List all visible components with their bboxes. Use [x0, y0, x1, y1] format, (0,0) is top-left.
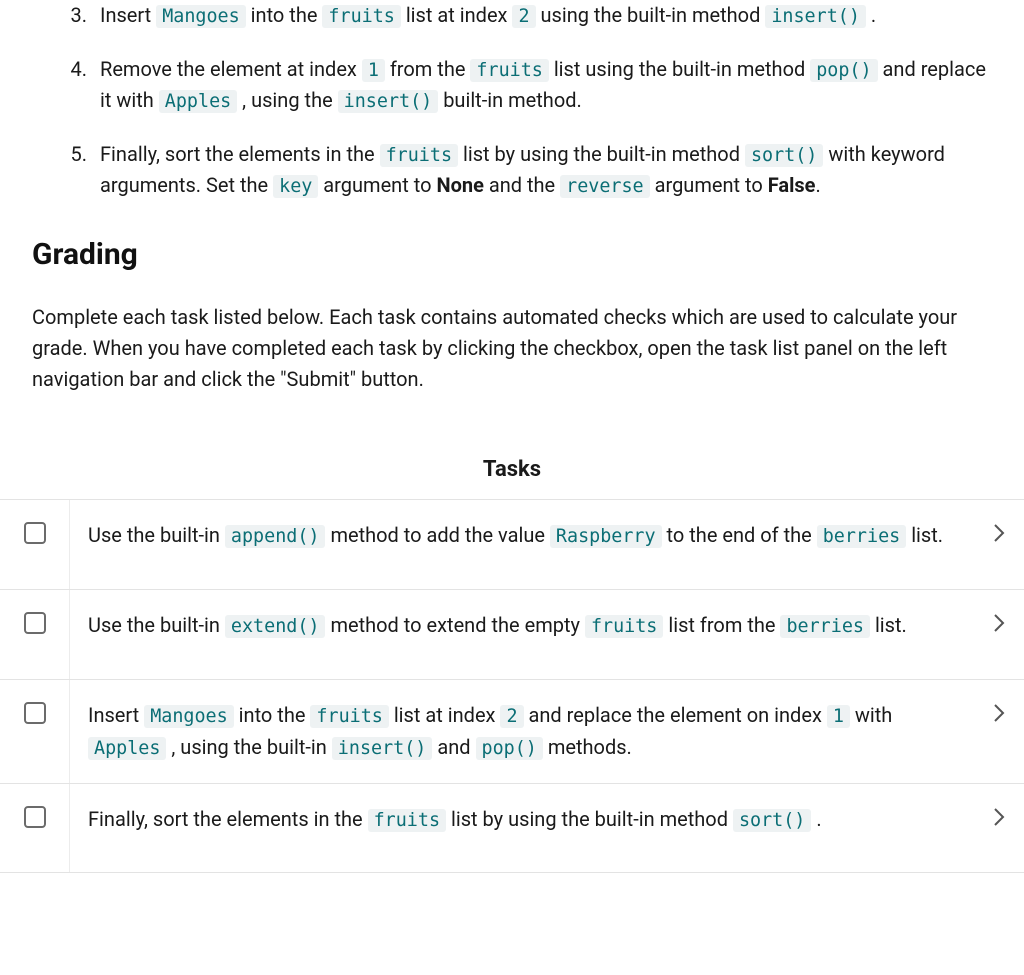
text: list by using the built-in method: [446, 807, 733, 831]
text: Remove the element at index: [100, 57, 362, 81]
text: .: [866, 3, 876, 27]
checkbox-icon[interactable]: [24, 522, 46, 544]
code: Mangoes: [156, 5, 246, 28]
text: into the: [246, 3, 323, 27]
code: append(): [225, 525, 326, 548]
instructions-list: Insert Mangoes into the fruits list at i…: [32, 0, 992, 202]
text: , using the built-in: [166, 735, 331, 759]
task-checkbox[interactable]: [0, 500, 70, 589]
code: 2: [512, 5, 535, 28]
text: list.: [870, 613, 907, 637]
text: from the: [385, 57, 471, 81]
code: Mangoes: [144, 705, 234, 728]
text: method to extend the empty: [325, 613, 584, 637]
task-row[interactable]: Insert Mangoes into the fruits list at i…: [0, 679, 1024, 783]
code: 2: [500, 705, 523, 728]
expand-arrow[interactable]: [974, 590, 1024, 679]
instruction-item-4: Remove the element at index 1 from the f…: [92, 54, 992, 117]
code: pop(): [476, 737, 543, 760]
text: Finally, sort the elements in the: [88, 807, 368, 831]
text: Finally, sort the elements in the: [100, 142, 380, 166]
code: sort(): [733, 809, 811, 832]
text: built-in method.: [438, 88, 582, 112]
code: reverse: [560, 175, 650, 198]
text: list.: [906, 523, 943, 547]
code: insert(): [332, 737, 433, 760]
task-body: Insert Mangoes into the fruits list at i…: [70, 680, 974, 783]
task-checkbox[interactable]: [0, 784, 70, 872]
code: 1: [827, 705, 850, 728]
chevron-right-icon: [992, 522, 1006, 544]
expand-arrow[interactable]: [974, 680, 1024, 783]
text: Insert: [100, 3, 156, 27]
chevron-right-icon: [992, 702, 1006, 724]
task-row[interactable]: Use the built-in extend() method to exte…: [0, 589, 1024, 679]
text: and replace the element on index: [524, 703, 827, 727]
text: list from the: [663, 613, 780, 637]
code: berries: [780, 615, 870, 638]
text: methods.: [543, 735, 632, 759]
text: list at index: [401, 3, 513, 27]
task-row[interactable]: Finally, sort the elements in the fruits…: [0, 783, 1024, 873]
grading-heading: Grading: [32, 232, 992, 279]
text: argument to: [318, 173, 436, 197]
text: .: [815, 173, 820, 197]
text: list using the built-in method: [549, 57, 810, 81]
text: and: [432, 735, 475, 759]
code: insert(): [765, 5, 866, 28]
text: Use the built-in: [88, 613, 225, 637]
instruction-item-5: Finally, sort the elements in the fruits…: [92, 139, 992, 202]
checkbox-icon[interactable]: [24, 702, 46, 724]
checkbox-icon[interactable]: [24, 612, 46, 634]
expand-arrow[interactable]: [974, 784, 1024, 872]
code: key: [273, 175, 318, 198]
bold: None: [436, 173, 483, 197]
task-body: Finally, sort the elements in the fruits…: [70, 784, 974, 856]
text: , using the: [237, 88, 337, 112]
code: insert(): [338, 90, 439, 113]
tasks-section: Tasks Use the built-in append() method t…: [0, 443, 1024, 873]
task-body: Use the built-in extend() method to exte…: [70, 590, 974, 662]
code: sort(): [745, 144, 823, 167]
text: list by using the built-in method: [458, 142, 745, 166]
text: to the end of the: [662, 523, 817, 547]
chevron-right-icon: [992, 806, 1006, 828]
text: method to add the value: [325, 523, 549, 547]
code: fruits: [470, 59, 548, 82]
task-body: Use the built-in append() method to add …: [70, 500, 974, 572]
code: berries: [817, 525, 907, 548]
code: 1: [362, 59, 385, 82]
task-checkbox[interactable]: [0, 590, 70, 679]
checkbox-icon[interactable]: [24, 806, 46, 828]
text: argument to: [650, 173, 768, 197]
expand-arrow[interactable]: [974, 500, 1024, 589]
grading-description: Complete each task listed below. Each ta…: [32, 302, 992, 395]
chevron-right-icon: [992, 612, 1006, 634]
bold: False: [768, 173, 816, 197]
code: fruits: [585, 615, 663, 638]
text: Insert: [88, 703, 144, 727]
code: Raspberry: [550, 525, 662, 548]
text: and the: [484, 173, 560, 197]
code: pop(): [810, 59, 877, 82]
code: extend(): [225, 615, 326, 638]
instructions-section: Insert Mangoes into the fruits list at i…: [0, 0, 1024, 443]
code: fruits: [368, 809, 446, 832]
text: .: [811, 807, 821, 831]
task-checkbox[interactable]: [0, 680, 70, 783]
code: Apples: [88, 737, 166, 760]
text: Use the built-in: [88, 523, 225, 547]
task-row[interactable]: Use the built-in append() method to add …: [0, 499, 1024, 589]
code: fruits: [310, 705, 388, 728]
code: Apples: [159, 90, 237, 113]
instruction-item-3: Insert Mangoes into the fruits list at i…: [92, 0, 992, 32]
text: using the built-in method: [536, 3, 766, 27]
tasks-header: Tasks: [0, 443, 1024, 499]
text: into the: [234, 703, 311, 727]
text: list at index: [389, 703, 501, 727]
code: fruits: [380, 144, 458, 167]
text: with: [850, 703, 892, 727]
code: fruits: [322, 5, 400, 28]
